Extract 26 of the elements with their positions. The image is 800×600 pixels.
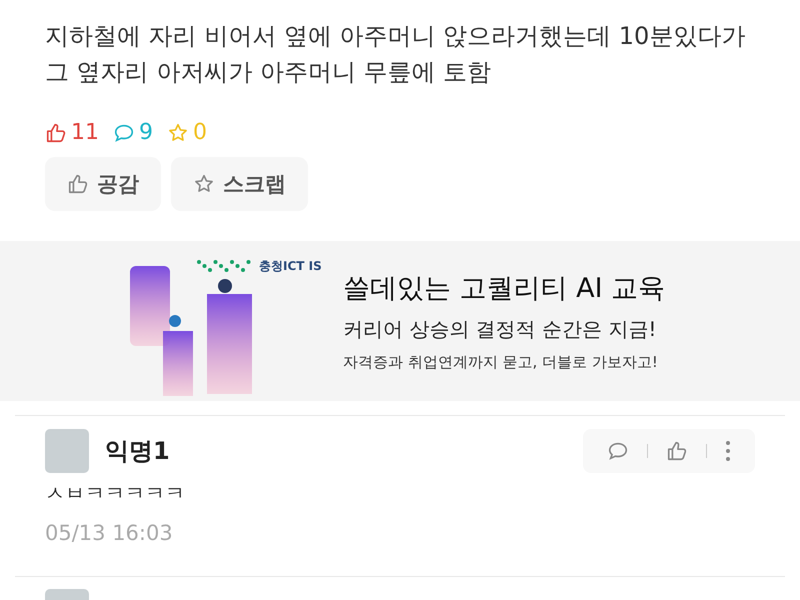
like-button[interactable]	[666, 440, 688, 462]
avatar	[45, 429, 89, 473]
post-text: 지하철에 자리 비어서 옆에 아주머니 앉으라거했는데 10분있다가	[45, 21, 746, 52]
ad-banner[interactable]: 충청ICT IS 쓸데있는 고퀄리티 AI 교육 커리어 상승의 결정적 순간은 지금! 자격증과 취업연계까지 묻고, 더블로 가보자고!	[0, 241, 800, 401]
thumbs-up-icon	[67, 173, 89, 195]
banner-subhead: 커리어 상승의 결정적 순간은 지금!	[343, 316, 658, 343]
more-icon	[725, 440, 731, 462]
like-count: 11	[71, 120, 99, 145]
more-button[interactable]	[725, 440, 731, 462]
star-icon	[193, 173, 215, 195]
scrap-count: 0	[193, 120, 207, 145]
star-icon	[167, 122, 189, 144]
comment-icon	[607, 440, 629, 462]
comment-text: ㅅㅂㅋㅋㅋㅋㅋ	[45, 480, 186, 507]
comment-count: 9	[139, 120, 153, 145]
post-text: 그 옆자리 아저씨가 아주머니 무릎에 토함	[45, 57, 492, 88]
thumbs-up-icon	[45, 122, 67, 144]
banner-caption: 자격증과 취업연계까지 묻고, 더블로 가보자고!	[343, 353, 659, 372]
reply-button[interactable]	[607, 440, 629, 462]
thumbs-up-icon	[666, 440, 688, 462]
banner-headline: 쓸데있는 고퀄리티 AI 교육	[343, 272, 666, 306]
like-button[interactable]: 공감	[45, 157, 161, 211]
banner-logo: 충청ICT IS	[259, 258, 322, 274]
scrap-button[interactable]: 스크랩	[171, 157, 308, 211]
comment-author: 익명1	[105, 436, 171, 467]
comment-time: 05/13 16:03	[45, 521, 174, 545]
